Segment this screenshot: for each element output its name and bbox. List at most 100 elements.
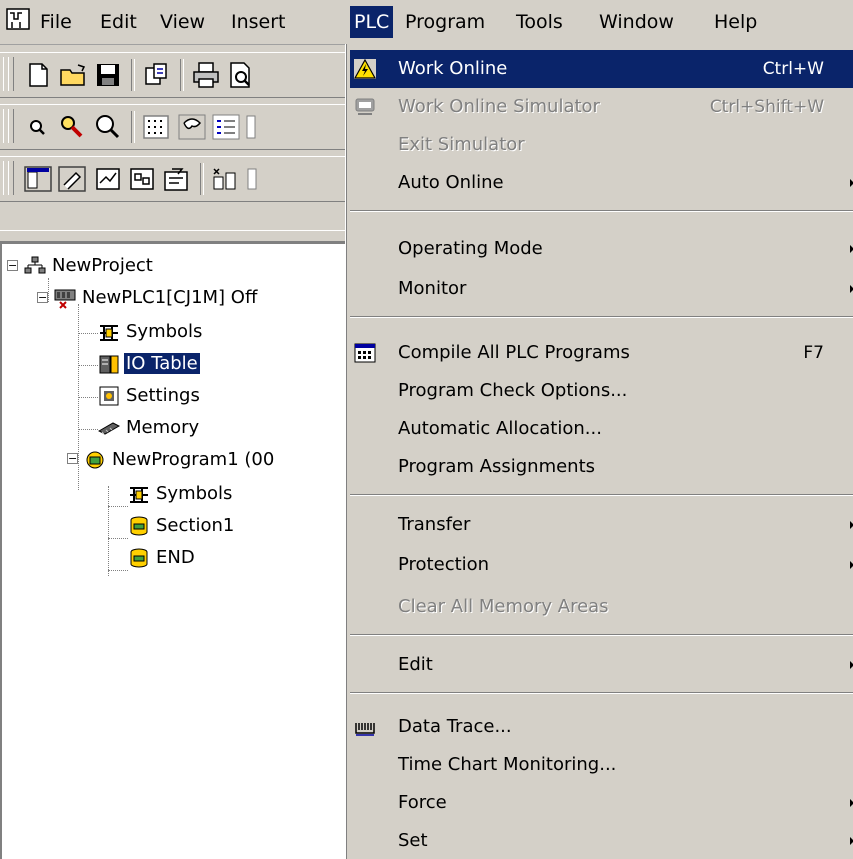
toolbar-grip[interactable] bbox=[8, 57, 14, 91]
tree-line bbox=[78, 365, 98, 366]
tree-node-settings[interactable]: Settings bbox=[98, 382, 202, 410]
list-icon[interactable] bbox=[210, 111, 242, 143]
tree-node-program-symbols[interactable]: Symbols bbox=[128, 480, 234, 508]
menu-edit[interactable]: Edit bbox=[96, 6, 141, 38]
tree-node-project[interactable]: NewProject bbox=[24, 252, 155, 280]
data-trace-icon bbox=[355, 723, 375, 736]
tree-node-end[interactable]: END bbox=[128, 544, 197, 572]
zoom-to-fit-icon[interactable] bbox=[56, 111, 88, 143]
menu-item-work-online-simulator[interactable]: Work Online Simulator Ctrl+Shift+W bbox=[350, 88, 853, 126]
menu-item-clear-all-memory[interactable]: Clear All Memory Areas bbox=[350, 588, 853, 626]
grid-icon[interactable] bbox=[140, 111, 172, 143]
menu-item-time-chart-monitoring[interactable]: Time Chart Monitoring... bbox=[350, 746, 853, 784]
open-folder-icon[interactable] bbox=[58, 59, 90, 91]
menu-separator bbox=[350, 210, 853, 212]
warning-icon bbox=[354, 59, 376, 79]
symbols-icon bbox=[100, 325, 118, 341]
tree-node-plc[interactable]: NewPLC1[CJ1M] Off bbox=[54, 284, 259, 312]
tree-node-memory[interactable]: Memory bbox=[98, 414, 201, 442]
tree-line bbox=[108, 486, 109, 576]
menu-item-automatic-allocation[interactable]: Automatic Allocation... bbox=[350, 410, 853, 448]
menu-insert[interactable]: Insert bbox=[227, 6, 290, 38]
toolbar-grip[interactable] bbox=[8, 109, 14, 143]
menu-item-program-check-options[interactable]: Program Check Options... bbox=[350, 372, 853, 410]
properties-window-icon[interactable] bbox=[160, 163, 192, 195]
menu-item-set[interactable]: Set bbox=[350, 822, 853, 859]
simulator-icon bbox=[355, 98, 375, 115]
menu-item-auto-online[interactable]: Auto Online bbox=[350, 164, 853, 202]
compile-icon bbox=[354, 343, 376, 363]
tree-node-label: IO Table bbox=[124, 353, 200, 374]
menu-separator bbox=[350, 634, 853, 636]
menu-separator bbox=[350, 692, 853, 694]
output-window-icon[interactable] bbox=[56, 163, 88, 195]
print-icon[interactable] bbox=[190, 59, 222, 91]
menu-bar: File Edit View Insert PLC Program Tools … bbox=[0, 0, 853, 45]
menu-item-protection[interactable]: Protection bbox=[350, 546, 853, 584]
watch-window-icon[interactable] bbox=[92, 163, 124, 195]
project-workspace-icon[interactable] bbox=[22, 163, 54, 195]
collapse-toggle[interactable]: − bbox=[37, 292, 48, 303]
menu-item-exit-simulator[interactable]: Exit Simulator bbox=[350, 126, 853, 164]
toolbar-separator bbox=[131, 59, 135, 91]
plc-menu-dropdown: Work Online Ctrl+W Work Online Simulator… bbox=[345, 44, 853, 859]
menu-program[interactable]: Program bbox=[401, 6, 489, 38]
app-icon[interactable] bbox=[6, 8, 32, 32]
menu-item-program-assignments[interactable]: Program Assignments bbox=[350, 448, 853, 486]
tree-line bbox=[78, 333, 98, 334]
toolbar-grip[interactable] bbox=[8, 161, 14, 195]
collapse-toggle[interactable]: − bbox=[67, 453, 78, 464]
plc-icon bbox=[54, 289, 76, 309]
menu-item-data-trace[interactable]: Data Trace... bbox=[350, 708, 853, 746]
tree-node-label: NewProject bbox=[52, 255, 153, 276]
view-toolbar bbox=[0, 156, 345, 202]
tree-node-label: NewProgram1 (00 bbox=[112, 449, 275, 470]
panel-splitter[interactable] bbox=[0, 230, 345, 242]
menu-item-monitor[interactable]: Monitor bbox=[350, 270, 853, 308]
project-tree: − − − NewProject NewPLC1[CJ1M] Off Symbo… bbox=[0, 242, 345, 859]
menu-item-transfer[interactable]: Transfer bbox=[350, 506, 853, 544]
tree-node-label: END bbox=[156, 547, 195, 568]
address-reference-icon[interactable] bbox=[126, 163, 158, 195]
toolbar-separator bbox=[180, 59, 184, 91]
symbol-icon[interactable] bbox=[244, 163, 276, 195]
menu-plc[interactable]: PLC bbox=[350, 6, 394, 38]
tree-node-section1[interactable]: Section1 bbox=[128, 512, 236, 540]
properties-icon[interactable] bbox=[140, 59, 172, 91]
tree-node-label: Symbols bbox=[126, 321, 203, 342]
tree-node-symbols[interactable]: Symbols bbox=[98, 318, 204, 346]
settings-icon bbox=[99, 386, 119, 406]
tree-line bbox=[108, 570, 128, 571]
menu-item-edit[interactable]: Edit bbox=[350, 646, 853, 684]
toolbar-separator bbox=[200, 163, 204, 195]
io-table-icon bbox=[99, 355, 119, 374]
menu-item-work-online[interactable]: Work Online Ctrl+W bbox=[350, 50, 853, 88]
zoom-toolbar bbox=[0, 104, 345, 150]
menu-window[interactable]: Window bbox=[595, 6, 678, 38]
save-icon[interactable] bbox=[92, 59, 124, 91]
menu-view[interactable]: View bbox=[156, 6, 209, 38]
zoom-out-icon[interactable] bbox=[22, 111, 54, 143]
menu-file[interactable]: File bbox=[36, 6, 76, 38]
section-icon bbox=[130, 548, 148, 568]
menu-item-operating-mode[interactable]: Operating Mode bbox=[350, 230, 853, 268]
menu-help[interactable]: Help bbox=[710, 6, 761, 38]
zoom-in-icon[interactable] bbox=[92, 111, 124, 143]
tree-node-io-table[interactable]: IO Table bbox=[98, 350, 200, 378]
cross-reference-icon[interactable] bbox=[208, 163, 240, 195]
print-preview-icon[interactable] bbox=[224, 59, 256, 91]
collapse-toggle[interactable]: − bbox=[7, 260, 18, 271]
menu-item-compile-all[interactable]: Compile All PLC Programs F7 bbox=[350, 334, 853, 372]
comment-icon[interactable] bbox=[176, 111, 208, 143]
tree-node-program[interactable]: NewProgram1 (00 bbox=[84, 446, 276, 474]
menu-separator bbox=[350, 316, 853, 318]
tree-line bbox=[78, 397, 98, 398]
new-file-icon[interactable] bbox=[22, 59, 54, 91]
menu-item-force[interactable]: Force bbox=[350, 784, 853, 822]
tree-node-label: Settings bbox=[126, 385, 200, 406]
table-icon[interactable] bbox=[244, 111, 276, 143]
program-icon bbox=[86, 451, 104, 469]
menu-tools[interactable]: Tools bbox=[512, 6, 567, 38]
tree-node-label: Symbols bbox=[156, 483, 233, 504]
tree-line bbox=[108, 506, 128, 507]
